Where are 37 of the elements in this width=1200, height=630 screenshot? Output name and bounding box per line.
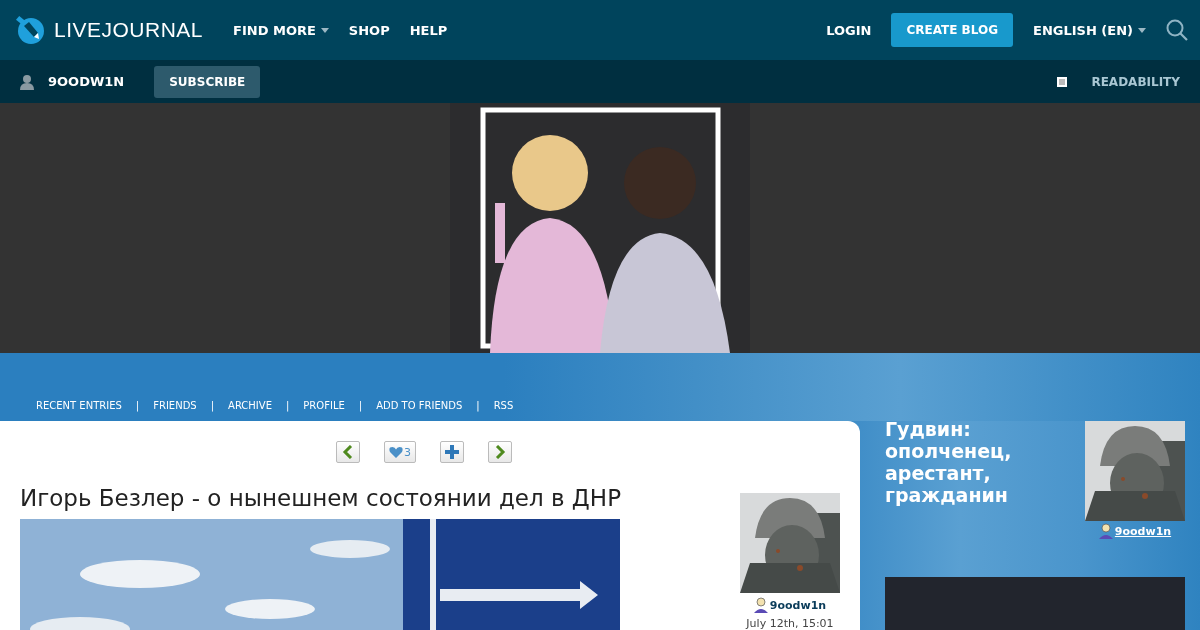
search-icon[interactable] — [1166, 19, 1188, 41]
separator: | — [210, 400, 215, 411]
blog-nav-link[interactable]: PROFILE — [303, 400, 345, 411]
readability-label[interactable]: READABILITY — [1091, 74, 1180, 89]
separator: | — [358, 400, 363, 411]
user-icon — [753, 597, 768, 613]
blog-nav-link[interactable]: RECENT ENTRIES — [36, 400, 122, 411]
language-dropdown[interactable]: ENGLISH (EN) — [1033, 22, 1146, 38]
blog-nav-link[interactable]: RSS — [493, 400, 514, 411]
blog-nav-link[interactable]: ARCHIVE — [228, 400, 272, 411]
blog-nav-link[interactable]: FRIENDS — [153, 400, 197, 411]
nav-link[interactable]: HELP — [409, 22, 448, 38]
user-icon — [1098, 523, 1113, 539]
blog-nav-link[interactable]: ADD TO FRIENDS — [376, 400, 463, 411]
author-link[interactable]: 9oodw1n — [753, 597, 827, 613]
add-button[interactable] — [440, 441, 464, 463]
subscribe-button[interactable]: SUBSCRIBE — [154, 65, 261, 98]
user-icon — [20, 73, 34, 90]
nav-link[interactable]: SHOP — [348, 22, 390, 38]
separator: | — [285, 400, 290, 411]
nav-link[interactable]: FIND MORE — [233, 22, 329, 38]
separator: | — [476, 400, 480, 411]
previous-button[interactable] — [336, 441, 360, 463]
plus-icon — [445, 445, 459, 459]
author-link[interactable]: 9oodw1n — [1098, 523, 1172, 539]
logo-text[interactable]: LIVEJOURNAL — [54, 18, 204, 42]
username[interactable]: 9OODW1N — [48, 74, 125, 89]
login-link[interactable]: LOGIN — [826, 22, 872, 38]
heart-icon — [389, 445, 403, 459]
next-button[interactable] — [488, 441, 512, 463]
entry-date: July 12th, 15:01 — [746, 617, 834, 630]
entry-title: Игорь Безлер - о нынешнем состоянии дел в ДНР — [20, 485, 620, 511]
separator: | — [135, 400, 140, 411]
caret-icon — [1138, 27, 1146, 33]
logo-icon — [16, 15, 46, 45]
journal-title: Гудвин: ополченец, арестант, гражданин — [885, 418, 1013, 508]
readability-checkbox[interactable] — [1057, 76, 1068, 87]
